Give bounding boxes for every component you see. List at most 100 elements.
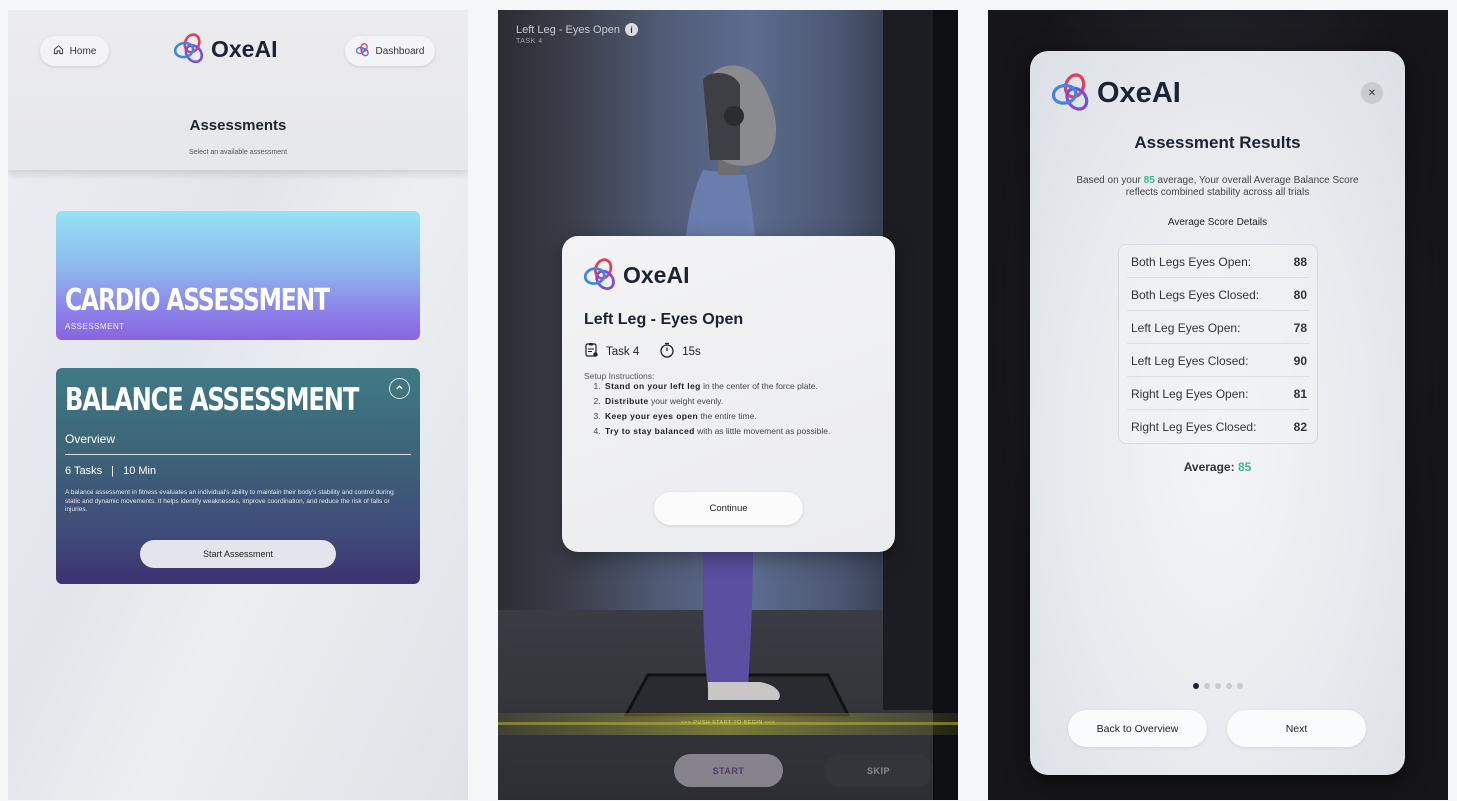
brand-name: OxeAI: [623, 261, 690, 288]
instruction-text: the entire time.: [698, 411, 757, 421]
divider: [65, 454, 411, 455]
clipboard-icon: [584, 342, 599, 361]
home-button[interactable]: Home: [40, 36, 109, 66]
cardio-tag: ASSESSMENT: [65, 322, 125, 331]
score-value: 80: [1293, 287, 1307, 302]
instruction-item: Stand on your left leg in the center of …: [603, 381, 898, 392]
chevron-up-icon: [395, 383, 404, 395]
oxeai-logo-icon: [174, 33, 206, 65]
info-icon[interactable]: i: [624, 23, 638, 36]
stopwatch-icon: [659, 342, 675, 361]
close-icon: ✕: [1367, 87, 1377, 99]
task-count: 6 Tasks: [65, 465, 103, 477]
score-value: 78: [1293, 320, 1307, 335]
time-label: 15s: [682, 345, 701, 358]
instruction-item: Try to stay balanced with as little move…: [603, 426, 898, 437]
balance-title: BALANCE ASSESSMENT: [65, 382, 359, 418]
task-screen: Left Leg - Eyes Open i TASK 4 >>> PUSH S…: [498, 10, 958, 800]
page-dot[interactable]: [1236, 683, 1243, 689]
duration: 10 Min: [123, 465, 157, 477]
push-start-text: >>> PUSH START TO BEGIN <<<: [680, 720, 776, 726]
task-instructions-modal: OxeAI Left Leg - Eyes Open Task 4 15s Se…: [562, 236, 895, 552]
brand-logo: OxeAI: [1052, 73, 1181, 113]
cardio-assessment-card[interactable]: CARDIO ASSESSMENT ASSESSMENT: [56, 211, 420, 340]
setup-label: Setup Instructions:: [584, 371, 655, 381]
results-heading: Assessment Results: [1134, 133, 1301, 152]
summary-score: 85: [1143, 175, 1155, 186]
assessments-screen: Home OxeAI Dashboard Assessments Select …: [8, 10, 468, 800]
score-label: Left Leg Eyes Closed:: [1131, 353, 1249, 368]
average-score: Average: 85: [1030, 460, 1405, 474]
home-icon: [53, 44, 64, 58]
page-dot[interactable]: [1192, 683, 1199, 689]
dashboard-label: Dashboard: [375, 45, 425, 57]
summary-text: Based on your: [1076, 175, 1144, 186]
score-row: Right Leg Eyes Open: 81: [1119, 377, 1317, 410]
instruction-text: your weight evenly.: [648, 396, 724, 406]
dashboard-button[interactable]: Dashboard: [345, 36, 435, 66]
balance-assessment-card[interactable]: BALANCE ASSESSMENT Overview 6 Tasks | 10…: [56, 368, 420, 584]
page-title: Assessments: [189, 117, 287, 134]
instruction-emphasis: Try to stay balanced: [605, 426, 695, 436]
score-row: Left Leg Eyes Closed: 90: [1119, 344, 1317, 377]
score-label: Left Leg Eyes Open:: [1131, 320, 1241, 335]
page-dot[interactable]: [1225, 683, 1232, 689]
page-dot[interactable]: [1203, 683, 1210, 689]
score-label: Right Leg Eyes Open:: [1131, 386, 1249, 401]
score-value: 81: [1293, 386, 1307, 401]
summary-text: average, Your overall Average Balance Sc…: [1125, 175, 1359, 198]
home-label: Home: [69, 45, 97, 57]
results-summary: Based on your 85 average, Your overall A…: [1065, 175, 1370, 199]
page-dot[interactable]: [1214, 683, 1221, 689]
modal-heading: Left Leg - Eyes Open: [584, 311, 744, 328]
page-indicator: [1030, 683, 1405, 689]
assessment-results-modal: OxeAI ✕ Assessment Results Based on your…: [1030, 51, 1405, 775]
instruction-text: with as little movement as possible.: [694, 426, 831, 436]
score-table: Both Legs Eyes Open: 88 Both Legs Eyes Cl…: [1118, 244, 1318, 444]
close-button[interactable]: ✕: [1361, 82, 1383, 104]
instruction-text: in the center of the force plate.: [700, 381, 818, 391]
task-title: Left Leg - Eyes Open: [516, 23, 620, 36]
overview-label: Overview: [65, 432, 116, 446]
brand-logo: OxeAI: [584, 258, 689, 292]
score-label: Right Leg Eyes Closed:: [1131, 419, 1257, 434]
details-label: Average Score Details: [1167, 217, 1268, 228]
instruction-emphasis: Distribute: [605, 396, 649, 406]
brand-name: OxeAI: [1097, 76, 1181, 109]
assessment-description: A balance assessment in fitness evaluate…: [65, 489, 394, 513]
continue-button[interactable]: Continue: [654, 492, 803, 525]
average-label: Average:: [1183, 460, 1235, 474]
start-button[interactable]: START: [674, 754, 783, 787]
score-value: 90: [1293, 353, 1307, 368]
results-screen: OxeAI ✕ Assessment Results Based on your…: [988, 10, 1448, 800]
task-number: TASK 4: [516, 38, 543, 45]
skip-button[interactable]: SKIP: [824, 754, 933, 787]
score-row: Left Leg Eyes Open: 78: [1119, 311, 1317, 344]
page-subtitle: Select an available assessment: [188, 149, 288, 156]
next-button[interactable]: Next: [1227, 710, 1366, 747]
back-to-overview-button[interactable]: Back to Overview: [1068, 710, 1207, 747]
start-assessment-button[interactable]: Start Assessment: [140, 540, 336, 568]
average-value: 85: [1237, 460, 1252, 474]
assessment-meta: 6 Tasks | 10 Min: [65, 465, 156, 477]
task-label: Task 4: [606, 345, 640, 358]
score-label: Both Legs Eyes Closed:: [1131, 287, 1260, 302]
task-header: Left Leg - Eyes Open i: [516, 23, 638, 36]
score-row: Right Leg Eyes Closed: 82: [1119, 410, 1317, 443]
instruction-item: Distribute your weight evenly.: [603, 396, 898, 407]
oxeai-logo-icon: [584, 258, 618, 292]
meta-separator: |: [111, 465, 115, 477]
instruction-emphasis: Stand on your left leg: [605, 381, 701, 391]
instruction-item: Keep your eyes open the entire time.: [603, 411, 898, 422]
collapse-button[interactable]: [389, 378, 410, 399]
brand-name: OxeAI: [211, 35, 278, 62]
brand-logo: OxeAI: [174, 33, 277, 65]
task-meta: Task 4 15s: [584, 342, 701, 361]
score-label: Both Legs Eyes Open:: [1131, 254, 1252, 269]
score-row: Both Legs Eyes Closed: 80: [1119, 278, 1317, 311]
instruction-list: Stand on your left leg in the center of …: [584, 381, 898, 441]
score-value: 82: [1293, 419, 1307, 434]
assessments-header: Home OxeAI Dashboard Assessments Select …: [8, 10, 468, 170]
oxeai-logo-icon: [355, 42, 370, 60]
instruction-emphasis: Keep your eyes open: [605, 411, 699, 421]
